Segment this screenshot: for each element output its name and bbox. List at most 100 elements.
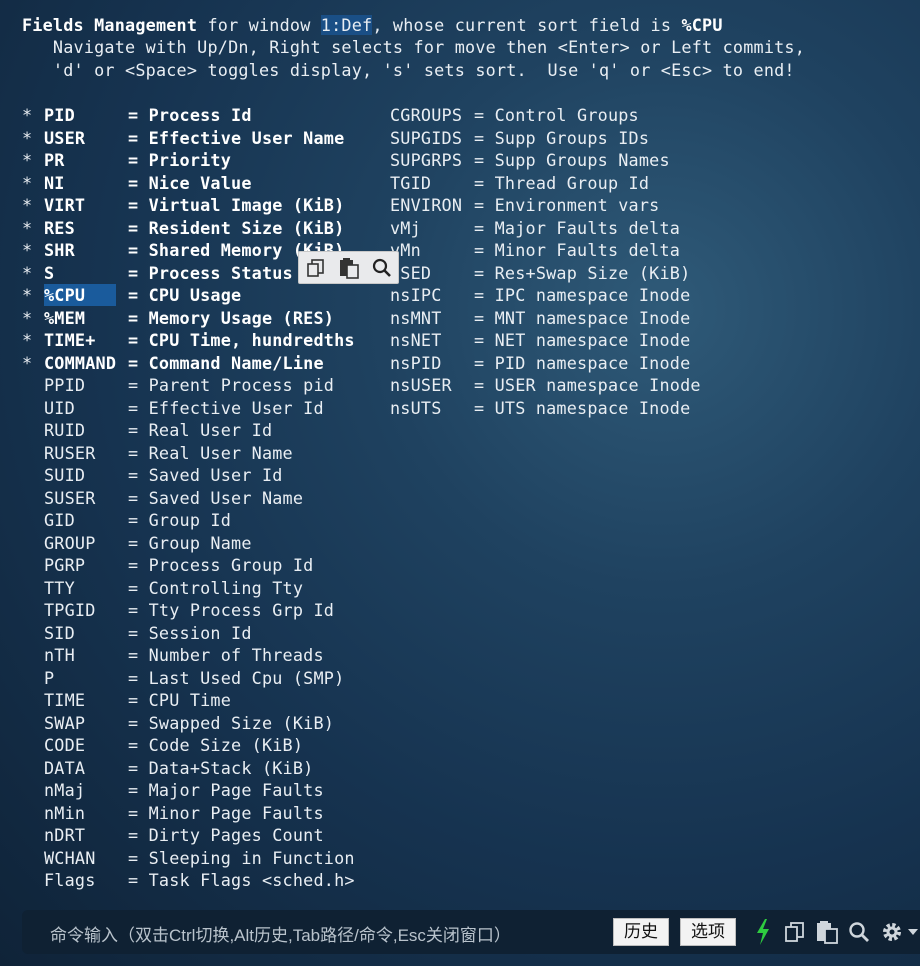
field-name[interactable]: UID: [44, 397, 128, 419]
field-name[interactable]: TTY: [44, 577, 128, 599]
field-name[interactable]: TIME: [44, 689, 128, 711]
field-description: = Process Id: [128, 104, 390, 126]
field-row[interactable]: * PR = Priority SUPGRPS = Supp Groups Names: [22, 149, 670, 171]
command-input[interactable]: 命令输入（双击Ctrl切换,Alt历史,Tab路径/命令,Esc关闭窗口）: [50, 921, 511, 946]
field-display-marker: *: [22, 285, 33, 305]
copy-icon[interactable]: [303, 256, 329, 280]
field-name[interactable]: nsNET: [390, 329, 474, 351]
equals-sign: =: [474, 240, 495, 260]
field-name[interactable]: PR: [44, 149, 128, 171]
field-row[interactable]: TPGID = Tty Process Grp Id: [22, 599, 390, 621]
field-name[interactable]: VIRT: [44, 194, 128, 216]
field-name[interactable]: SUPGRPS: [390, 149, 474, 171]
field-name[interactable]: nMaj: [44, 779, 128, 801]
field-row[interactable]: * RES = Resident Size (KiB) vMj = Major Faul…: [22, 217, 680, 239]
search-icon[interactable]: [845, 918, 873, 946]
field-name[interactable]: CGROUPS: [390, 104, 474, 126]
field-name[interactable]: TPGID: [44, 599, 128, 621]
field-name[interactable]: nsIPC: [390, 284, 474, 306]
field-row[interactable]: PPID = Parent Process pid nsUSER = USER nam…: [22, 374, 701, 396]
field-name[interactable]: PGRP: [44, 554, 128, 576]
field-name[interactable]: RUID: [44, 419, 128, 441]
search-icon[interactable]: [369, 256, 395, 280]
history-button[interactable]: 历史: [613, 918, 669, 946]
field-row[interactable]: UID = Effective User Id nsUTS = UTS namespa…: [22, 397, 690, 419]
field-name[interactable]: RUSER: [44, 442, 128, 464]
field-name[interactable]: nTH: [44, 644, 128, 666]
field-row[interactable]: TIME = CPU Time: [22, 689, 390, 711]
field-row[interactable]: * USER = Effective User Name SUPGIDS = Supp …: [22, 127, 649, 149]
field-row[interactable]: nTH = Number of Threads: [22, 644, 390, 666]
field-row[interactable]: TTY = Controlling Tty: [22, 577, 390, 599]
field-row[interactable]: * %CPU = CPU Usage nsIPC = IPC namespace Ino…: [22, 284, 690, 306]
paste-icon[interactable]: [813, 918, 841, 946]
field-name[interactable]: SUID: [44, 464, 128, 486]
field-name[interactable]: WCHAN: [44, 847, 128, 869]
field-row[interactable]: P = Last Used Cpu (SMP): [22, 667, 390, 689]
field-name[interactable]: PID: [44, 104, 128, 126]
paste-icon[interactable]: [336, 256, 362, 280]
chevron-down-icon[interactable]: [906, 918, 920, 946]
field-name[interactable]: vMj: [390, 217, 474, 239]
field-name[interactable]: ENVIRON: [390, 194, 474, 216]
field-row[interactable]: WCHAN = Sleeping in Function: [22, 847, 390, 869]
field-row[interactable]: SWAP = Swapped Size (KiB): [22, 712, 390, 734]
field-row[interactable]: nMaj = Major Page Faults: [22, 779, 390, 801]
field-name[interactable]: TIME+: [44, 329, 128, 351]
field-name[interactable]: nsMNT: [390, 307, 474, 329]
field-name[interactable]: SWAP: [44, 712, 128, 734]
field-row[interactable]: * VIRT = Virtual Image (KiB) ENVIRON = Envir…: [22, 194, 659, 216]
field-row[interactable]: RUSER = Real User Name: [22, 442, 390, 464]
field-row[interactable]: SUSER = Saved User Name: [22, 487, 390, 509]
field-row[interactable]: SID = Session Id: [22, 622, 390, 644]
field-name[interactable]: GID: [44, 509, 128, 531]
field-name[interactable]: PPID: [44, 374, 128, 396]
lightning-icon[interactable]: [749, 918, 777, 946]
field-name[interactable]: %CPU: [44, 284, 116, 306]
field-name[interactable]: RES: [44, 217, 128, 239]
field-name[interactable]: SUSER: [44, 487, 128, 509]
equals-sign: =: [128, 195, 149, 215]
field-name[interactable]: P: [44, 667, 128, 689]
field-row[interactable]: PGRP = Process Group Id: [22, 554, 390, 576]
field-name[interactable]: DATA: [44, 757, 128, 779]
field-row[interactable]: Flags = Task Flags <sched.h>: [22, 869, 390, 891]
field-row[interactable]: * %MEM = Memory Usage (RES) nsMNT = MNT name…: [22, 307, 690, 329]
field-name[interactable]: SHR: [44, 239, 128, 261]
field-name[interactable]: USED: [390, 262, 474, 284]
field-name[interactable]: vMn: [390, 239, 474, 261]
field-row[interactable]: SUID = Saved User Id: [22, 464, 390, 486]
field-name[interactable]: nsUSER: [390, 374, 474, 396]
field-row[interactable]: GROUP = Group Name: [22, 532, 390, 554]
field-row[interactable]: * COMMAND = Command Name/Line nsPID = PID na…: [22, 352, 690, 374]
options-button[interactable]: 选项: [680, 918, 736, 946]
field-name[interactable]: nsPID: [390, 352, 474, 374]
field-name[interactable]: Flags: [44, 869, 128, 891]
field-name[interactable]: CODE: [44, 734, 128, 756]
field-description-text: Saved User Id: [148, 465, 283, 485]
field-row[interactable]: DATA = Data+Stack (KiB): [22, 757, 390, 779]
field-row[interactable]: CODE = Code Size (KiB): [22, 734, 390, 756]
field-row[interactable]: * TIME+ = CPU Time, hundredths nsNET = NET n…: [22, 329, 690, 351]
field-name[interactable]: %MEM: [44, 307, 128, 329]
field-row[interactable]: nMin = Minor Page Faults: [22, 802, 390, 824]
field-row[interactable]: nDRT = Dirty Pages Count: [22, 824, 390, 846]
field-name[interactable]: nsUTS: [390, 397, 474, 419]
field-name[interactable]: S: [44, 262, 128, 284]
field-row[interactable]: * PID = Process Id CGROUPS = Control Groups: [22, 104, 639, 126]
field-name[interactable]: nMin: [44, 802, 128, 824]
field-row[interactable]: * NI = Nice Value TGID = Thread Group Id: [22, 172, 649, 194]
field-name[interactable]: SUPGIDS: [390, 127, 474, 149]
field-row[interactable]: RUID = Real User Id: [22, 419, 390, 441]
field-name[interactable]: TGID: [390, 172, 474, 194]
terminal-screen[interactable]: Fields Management for window 1:Def, whos…: [0, 0, 920, 905]
field-name[interactable]: nDRT: [44, 824, 128, 846]
field-name[interactable]: NI: [44, 172, 128, 194]
field-name[interactable]: GROUP: [44, 532, 128, 554]
field-row[interactable]: GID = Group Id: [22, 509, 390, 531]
field-name[interactable]: SID: [44, 622, 128, 644]
gear-icon[interactable]: [878, 918, 906, 946]
copy-icon[interactable]: [781, 918, 809, 946]
field-name[interactable]: COMMAND: [44, 352, 128, 374]
field-name[interactable]: USER: [44, 127, 128, 149]
